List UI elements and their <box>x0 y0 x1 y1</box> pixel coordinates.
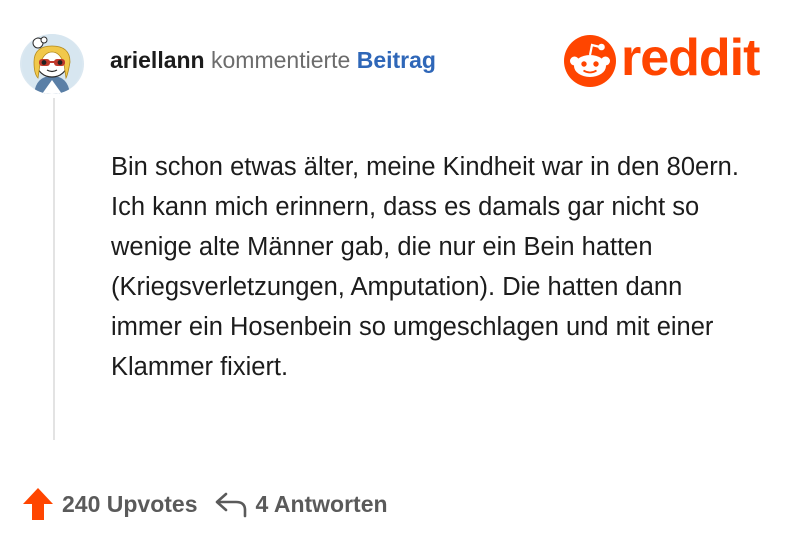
comment-header: ariellann kommentierte Beitrag <box>110 44 436 76</box>
reddit-snoo-icon <box>564 35 616 87</box>
comment-actions: 240 Upvotes 4 Antworten <box>22 486 388 522</box>
upvote-count: 240 Upvotes <box>62 490 198 517</box>
user-avatar[interactable] <box>20 34 84 94</box>
comment-body: Bin schon etwas älter, meine Kindheit wa… <box>111 153 739 381</box>
username[interactable]: ariellann <box>110 47 205 73</box>
reddit-wordmark: reddit <box>621 29 760 87</box>
reply-count: 4 Antworten <box>255 490 388 517</box>
post-link[interactable]: Beitrag <box>357 47 436 73</box>
reddit-logo: reddit <box>563 29 775 88</box>
action-text: kommentierte <box>211 47 351 73</box>
reply-arrow-icon <box>215 492 246 518</box>
reply-button[interactable]: 4 Antworten <box>214 490 388 518</box>
upvote-arrow-icon <box>23 488 53 520</box>
comment-card: ariellann kommentierte Beitrag reddit Bi… <box>0 0 794 534</box>
thread-line[interactable] <box>53 98 55 440</box>
upvote-button[interactable]: 240 Upvotes <box>22 487 198 521</box>
snoo-sunglasses-avatar-icon <box>22 34 82 94</box>
